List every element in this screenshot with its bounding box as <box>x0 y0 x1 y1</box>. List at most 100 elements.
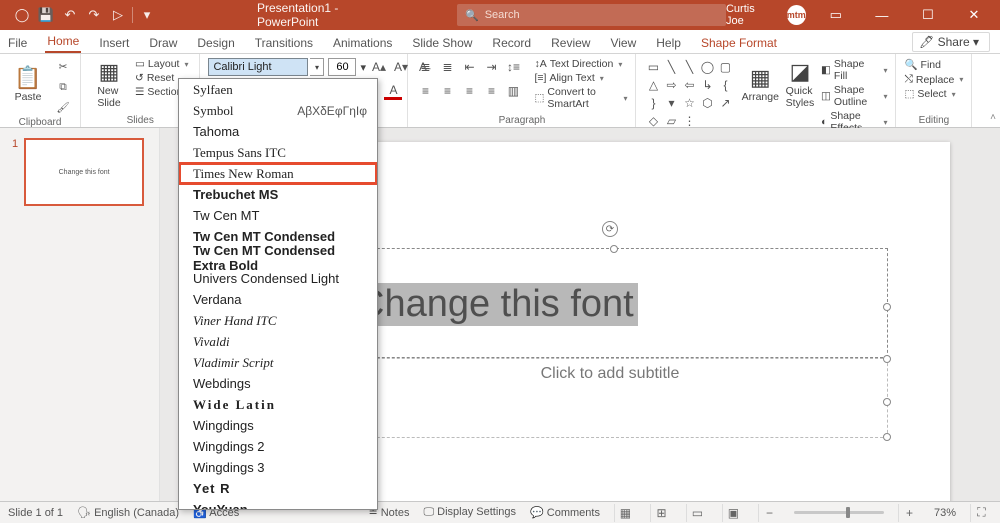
close-button[interactable]: ✕ <box>958 0 990 30</box>
slide-sorter-view-button[interactable]: ⊞ <box>650 504 672 522</box>
font-option[interactable]: Tw Cen MT <box>179 205 377 226</box>
align-right-button[interactable]: ≡ <box>460 82 478 100</box>
increase-font-size-button[interactable]: A▴ <box>370 58 388 76</box>
minimize-button[interactable]: — <box>866 0 898 30</box>
font-color-button[interactable]: A <box>384 82 402 100</box>
font-option[interactable]: Tahoma <box>179 121 377 142</box>
ribbon-display-options-icon[interactable]: ▭ <box>820 0 852 30</box>
arrange-button[interactable]: ▦Arrange <box>742 58 779 112</box>
find-button[interactable]: 🔍 Find <box>904 58 963 71</box>
autosave-toggle[interactable]: ◯ <box>12 5 32 25</box>
share-button[interactable]: 🖊 Share ▾ <box>912 32 990 52</box>
font-option[interactable]: Wide Latin <box>179 394 377 415</box>
selection-handle[interactable] <box>883 303 891 311</box>
slide-count[interactable]: Slide 1 of 1 <box>8 507 63 519</box>
undo-icon[interactable]: ↶ <box>60 5 80 25</box>
tab-help[interactable]: Help <box>654 32 683 53</box>
comments-button[interactable]: 💬 Comments <box>530 506 600 519</box>
selection-handle[interactable] <box>883 398 891 406</box>
redo-icon[interactable]: ↷ <box>84 5 104 25</box>
layout-button[interactable]: ▭ Layout <box>135 58 191 70</box>
font-option[interactable]: Wingdings 3 <box>179 457 377 478</box>
font-option[interactable]: Vladimir Script <box>179 352 377 373</box>
selection-handle[interactable] <box>883 433 891 441</box>
save-icon[interactable]: 💾 <box>36 5 56 25</box>
tab-view[interactable]: View <box>608 32 638 53</box>
font-option[interactable]: SymbolΑβΧδΕφΓηΙφ <box>179 100 377 121</box>
normal-view-button[interactable]: ▦ <box>614 504 636 522</box>
display-settings-button[interactable]: 🖵 Display Settings <box>423 506 516 519</box>
collapse-ribbon-button[interactable]: ˄ <box>990 112 996 123</box>
line-spacing-button[interactable]: ↕≡ <box>504 58 522 76</box>
numbering-button[interactable]: ≣ <box>438 58 456 76</box>
language-status[interactable]: 🗣 English (Canada) <box>77 506 179 519</box>
shape-fill-button[interactable]: ◧ Shape Fill <box>821 58 887 82</box>
tab-animations[interactable]: Animations <box>331 32 394 53</box>
font-option[interactable]: Webdings <box>179 373 377 394</box>
font-option[interactable]: Trebuchet MS <box>179 184 377 205</box>
increase-indent-button[interactable]: ⇥ <box>482 58 500 76</box>
align-left-button[interactable]: ≡ <box>416 82 434 100</box>
decrease-indent-button[interactable]: ⇤ <box>460 58 478 76</box>
tab-shape-format[interactable]: Shape Format <box>699 32 779 53</box>
font-option[interactable]: YouYuan <box>179 499 377 510</box>
tab-home[interactable]: Home <box>45 30 81 53</box>
tab-slide-show[interactable]: Slide Show <box>410 32 474 53</box>
tab-insert[interactable]: Insert <box>97 32 131 53</box>
font-option[interactable]: Verdana <box>179 289 377 310</box>
fit-to-window-button[interactable]: ⛶ <box>970 504 992 522</box>
decrease-font-size-button[interactable]: A▾ <box>392 58 410 76</box>
paste-button[interactable]: 📋Paste <box>8 58 48 112</box>
align-center-button[interactable]: ≡ <box>438 82 456 100</box>
cut-button[interactable]: ✂ <box>54 58 72 76</box>
font-option[interactable]: Wingdings 2 <box>179 436 377 457</box>
slide-thumbnail-panel[interactable]: 1 Change this font <box>0 128 160 501</box>
shape-outline-button[interactable]: ◫ Shape Outline <box>821 84 887 108</box>
bullets-button[interactable]: ≣ <box>416 58 434 76</box>
user-name[interactable]: Curtis Joe <box>726 3 773 27</box>
format-painter-button[interactable]: 🖌 <box>54 98 72 116</box>
rotate-handle-icon[interactable]: ⟳ <box>602 221 618 237</box>
search-box[interactable]: 🔍 Search <box>457 4 726 26</box>
tab-transitions[interactable]: Transitions <box>253 32 315 53</box>
tab-file[interactable]: File <box>6 32 29 53</box>
copy-button[interactable]: ⧉ <box>54 78 72 96</box>
font-option[interactable]: Vivaldi <box>179 331 377 352</box>
zoom-level[interactable]: 73% <box>934 507 956 519</box>
slide-thumbnail-1[interactable]: Change this font <box>24 138 144 206</box>
align-text-button[interactable]: [≡] Align Text <box>534 72 627 84</box>
avatar[interactable]: mtm <box>787 5 806 25</box>
selection-handle[interactable] <box>883 355 891 363</box>
font-size-input[interactable] <box>328 58 356 76</box>
font-option[interactable]: Sylfaen <box>179 79 377 100</box>
font-name-dropdown-button[interactable]: ▾ <box>310 58 324 76</box>
zoom-in-button[interactable]: + <box>898 504 920 522</box>
quick-styles-button[interactable]: ◪Quick Styles <box>785 58 815 112</box>
zoom-slider[interactable] <box>794 511 884 514</box>
font-dropdown-list[interactable]: SylfaenSymbolΑβΧδΕφΓηΙφTahomaTempus Sans… <box>178 78 378 510</box>
font-option[interactable]: Wingdings <box>179 415 377 436</box>
start-from-beginning-icon[interactable]: ▷ <box>108 5 128 25</box>
convert-smartart-button[interactable]: ⬚ Convert to SmartArt <box>534 86 627 110</box>
tab-design[interactable]: Design <box>195 32 236 53</box>
shapes-gallery[interactable]: ▭╲╲◯▢△ ⇨⇦↳{}▾ ☆⬡↗◇▱⋮ <box>644 58 735 112</box>
reading-view-button[interactable]: ▭ <box>686 504 708 522</box>
slideshow-view-button[interactable]: ▣ <box>722 504 744 522</box>
new-slide-button[interactable]: ▦New Slide <box>89 58 129 112</box>
maximize-button[interactable]: ☐ <box>912 0 944 30</box>
columns-button[interactable]: ▥ <box>504 82 522 100</box>
font-option[interactable]: Times New Roman <box>179 163 377 184</box>
font-name-input[interactable] <box>208 58 308 76</box>
justify-button[interactable]: ≡ <box>482 82 500 100</box>
replace-button[interactable]: ⤭ Replace <box>904 73 963 86</box>
zoom-out-button[interactable]: − <box>758 504 780 522</box>
font-option[interactable]: Tw Cen MT Condensed Extra Bold <box>179 247 377 268</box>
tab-record[interactable]: Record <box>490 32 533 53</box>
select-button[interactable]: ⬚ Select <box>904 88 963 100</box>
text-direction-button[interactable]: ↕A Text Direction <box>534 58 627 70</box>
title-placeholder[interactable]: ⟳ Change this font <box>332 248 888 358</box>
font-option[interactable]: Tempus Sans ITC <box>179 142 377 163</box>
font-size-dropdown-button[interactable]: ▾ <box>360 61 366 74</box>
subtitle-placeholder[interactable]: Click to add subtitle <box>332 358 888 438</box>
tab-review[interactable]: Review <box>549 32 592 53</box>
